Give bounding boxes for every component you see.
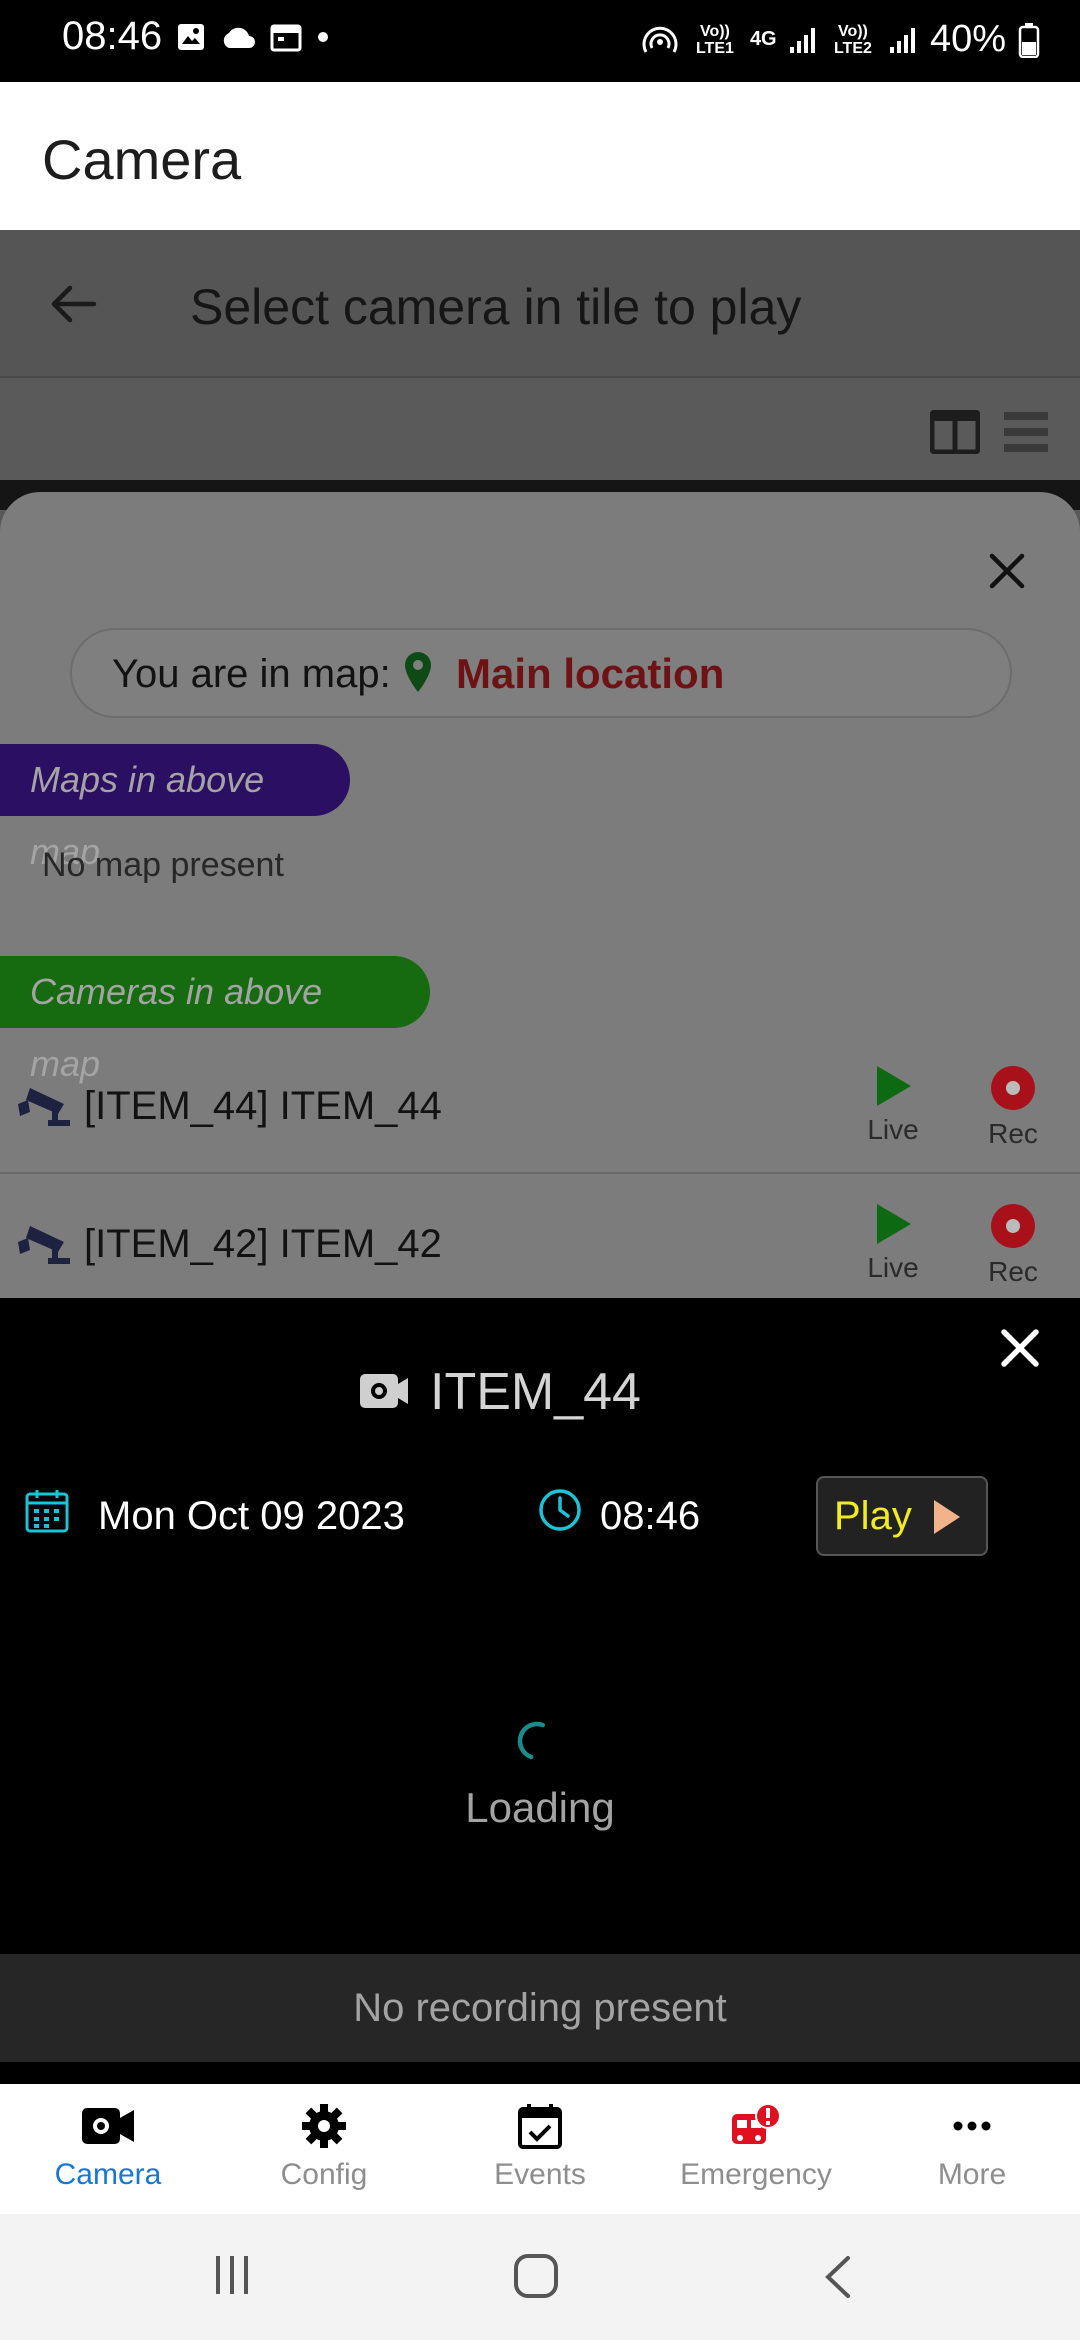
playback-panel: ITEM_44 Mon Oct 09 2023 08:46 Play Loadi… xyxy=(0,1298,1080,2084)
back-icon[interactable] xyxy=(820,2254,854,2300)
rec-label: Rec xyxy=(988,1118,1038,1149)
rec-label: Rec xyxy=(988,1256,1038,1287)
status-right: Vo)) LTE1 4G Vo)) LTE2 40% xyxy=(640,18,1040,61)
nav-emergency[interactable]: Emergency xyxy=(648,2084,864,2214)
calendar-icon[interactable] xyxy=(24,1488,70,1534)
map-sheet: You are in map: Main location Maps in ab… xyxy=(0,492,1080,1300)
location-pill: You are in map: Main location xyxy=(70,628,1012,718)
system-nav xyxy=(0,2214,1080,2340)
no-recording-banner: No recording present xyxy=(0,1954,1080,2062)
live-button[interactable]: Live xyxy=(848,1064,938,1146)
app-bar: Camera xyxy=(0,82,1080,230)
location-label: You are in map: xyxy=(112,652,391,696)
camera-row[interactable]: [ITEM_44] ITEM_44 Live Rec xyxy=(0,1038,1080,1174)
play-label: Play xyxy=(834,1494,912,1538)
loading-text: Loading xyxy=(465,1784,615,1831)
maps-section-tag: Maps in above map xyxy=(0,744,350,872)
cctv-icon xyxy=(18,1226,70,1264)
grid-view-icon[interactable] xyxy=(930,410,980,454)
play-icon xyxy=(934,1500,960,1534)
nav-config[interactable]: Config xyxy=(216,2084,432,2214)
nav-label: Camera xyxy=(54,2158,162,2191)
time-field[interactable]: 08:46 xyxy=(600,1494,700,1539)
home-icon[interactable] xyxy=(512,2252,560,2300)
camera-icon xyxy=(82,2108,134,2144)
network-type: 4G xyxy=(749,28,777,50)
rec-button[interactable]: Rec xyxy=(968,1202,1058,1288)
nav-label: Emergency xyxy=(680,2158,832,2191)
location-name[interactable]: Main location xyxy=(456,650,724,698)
record-icon xyxy=(991,1066,1035,1110)
loading-spinner-icon xyxy=(517,1721,546,1760)
back-arrow-icon[interactable] xyxy=(46,276,102,332)
close-icon[interactable] xyxy=(998,1326,1042,1370)
calendar-icon xyxy=(270,24,302,52)
more-icon xyxy=(953,2121,991,2131)
play-icon xyxy=(877,1066,911,1106)
gear-icon xyxy=(302,2104,346,2148)
lte1-label: Vo)) LTE1 xyxy=(695,22,734,57)
calendar-check-icon xyxy=(518,2104,562,2149)
signal-icon xyxy=(789,27,815,53)
notification-icons xyxy=(176,22,330,52)
hotspot-icon xyxy=(642,26,678,53)
camera-label: [ITEM_44] ITEM_44 xyxy=(84,1084,442,1128)
image-icon xyxy=(178,24,204,50)
nav-label: Events xyxy=(494,2158,586,2191)
list-view-icon[interactable] xyxy=(1002,410,1050,454)
view-toolbar xyxy=(0,380,1080,480)
lte2-label: Vo)) LTE2 xyxy=(833,22,872,57)
player-camera-name: ITEM_44 xyxy=(430,1363,641,1421)
date-field[interactable]: Mon Oct 09 2023 xyxy=(98,1494,405,1539)
no-map-text: No map present xyxy=(42,846,284,884)
tile-title: Select camera in tile to play xyxy=(190,279,802,335)
play-icon xyxy=(877,1204,911,1244)
live-label: Live xyxy=(867,1114,919,1145)
nav-camera[interactable]: Camera xyxy=(0,2084,216,2214)
rec-button[interactable]: Rec xyxy=(968,1064,1058,1150)
battery-percent: 40% xyxy=(929,18,1006,60)
bottom-nav: Camera Config Events Emergency More xyxy=(0,2084,1080,2214)
battery-icon xyxy=(1018,22,1040,58)
live-label: Live xyxy=(867,1252,919,1283)
cameras-section-tag: Cameras in above map xyxy=(0,956,430,1084)
status-bar: 08:46 Vo)) LTE1 4G Vo)) LTE2 40% xyxy=(0,0,1080,82)
dot-icon xyxy=(318,32,328,42)
map-pin-icon xyxy=(405,652,431,692)
record-icon xyxy=(991,1204,1035,1248)
signal-icon xyxy=(889,27,915,53)
status-time: 08:46 xyxy=(62,14,163,58)
video-camera-icon xyxy=(360,1374,408,1408)
recent-apps-icon[interactable] xyxy=(210,2254,254,2296)
page-title: Camera xyxy=(42,128,242,191)
cctv-icon xyxy=(18,1088,70,1126)
nav-label: More xyxy=(937,2158,1007,2191)
tile-header: Select camera in tile to play xyxy=(0,230,1080,378)
nav-more[interactable]: More xyxy=(864,2084,1080,2214)
nav-label: Config xyxy=(280,2158,368,2191)
play-button[interactable]: Play xyxy=(816,1476,988,1556)
emergency-icon xyxy=(732,2103,781,2144)
close-icon[interactable] xyxy=(984,548,1030,594)
cloud-icon xyxy=(223,27,255,48)
camera-row[interactable]: [ITEM_42] ITEM_42 Live Rec xyxy=(0,1176,1080,1300)
camera-label: [ITEM_42] ITEM_42 xyxy=(84,1222,442,1266)
clock-icon[interactable] xyxy=(538,1488,582,1532)
live-button[interactable]: Live xyxy=(848,1202,938,1284)
nav-events[interactable]: Events xyxy=(432,2084,648,2214)
